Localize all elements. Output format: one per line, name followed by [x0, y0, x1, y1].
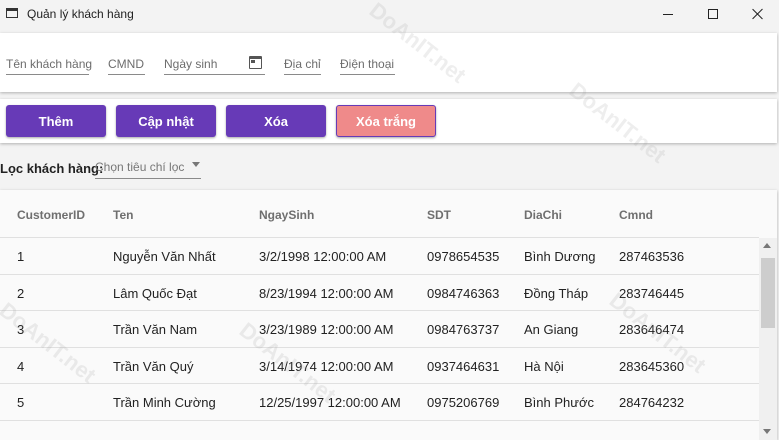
- cell-diachi: Bình Dương: [524, 249, 596, 264]
- column-header-sdt[interactable]: SDT: [427, 208, 451, 222]
- customer-input-panel: Tên khách hàng CMND Ngày sinh Địa chỉ Đi…: [0, 33, 777, 92]
- cell-cmnd: 283746445: [619, 285, 685, 301]
- cell-ngaysinh: 3/14/1974 12:00:00 AM: [259, 358, 394, 374]
- title-bar: Quản lý khách hàng: [0, 0, 779, 28]
- cell-cmnd: 284764232: [619, 395, 685, 410]
- table-row[interactable]: 4 Trần Văn Quý 3/14/1974 12:00:00 AM 093…: [0, 347, 759, 384]
- cell-customerid: 1: [17, 249, 25, 264]
- clear-button[interactable]: Xóa trắng: [336, 105, 436, 137]
- cell-ten: Trần Văn Nam: [113, 322, 198, 337]
- minimize-icon: [663, 13, 673, 15]
- close-button[interactable]: [735, 0, 779, 28]
- cell-diachi: An Giang: [524, 322, 579, 337]
- cmnd-field[interactable]: CMND: [108, 57, 145, 75]
- column-header-cmnd[interactable]: Cmnd: [619, 208, 653, 222]
- cell-customerid: 2: [17, 285, 25, 301]
- cell-customerid: 5: [17, 395, 25, 410]
- phone-field[interactable]: Điện thoại: [340, 57, 395, 75]
- action-button-panel: Thêm Cập nhật Xóa Xóa trắng: [0, 99, 777, 143]
- add-button[interactable]: Thêm: [6, 105, 106, 137]
- vertical-scrollbar[interactable]: [759, 238, 777, 440]
- chevron-down-icon: [192, 162, 200, 167]
- cell-cmnd: 287463536: [619, 249, 685, 264]
- minimize-button[interactable]: [645, 0, 691, 28]
- cell-ten: Lâm Quốc Đạt: [113, 285, 197, 301]
- column-header-ngaysinh[interactable]: NgaySinh: [259, 208, 314, 222]
- customer-data-grid: CustomerID Ten NgaySinh SDT DiaChi Cmnd …: [0, 190, 777, 440]
- close-icon: [752, 8, 764, 20]
- cell-ten: Nguyễn Văn Nhất: [113, 249, 216, 264]
- scroll-down-icon[interactable]: [763, 429, 771, 434]
- cell-cmnd: 283645360: [619, 358, 685, 374]
- window-title: Quản lý khách hàng: [27, 7, 134, 21]
- customer-name-field[interactable]: Tên khách hàng: [6, 57, 92, 75]
- cell-sdt: 0975206769: [427, 395, 500, 410]
- filter-placeholder: Chọn tiêu chí lọc: [95, 160, 185, 174]
- address-field[interactable]: Địa chỉ: [284, 57, 321, 75]
- cell-ngaysinh: 8/23/1994 12:00:00 AM: [259, 285, 394, 301]
- cell-ten: Trần Văn Quý: [113, 358, 194, 374]
- table-row[interactable]: 3 Trần Văn Nam 3/23/1989 12:00:00 AM 098…: [0, 311, 759, 348]
- cell-customerid: 3: [17, 322, 25, 337]
- table-row[interactable]: 5 Trần Minh Cường 12/25/1997 12:00:00 AM…: [0, 384, 759, 421]
- scrollbar-thumb[interactable]: [761, 258, 775, 328]
- table-header: CustomerID Ten NgaySinh SDT DiaChi Cmnd: [0, 190, 759, 238]
- app-window: Quản lý khách hàng Tên khách hàng CMND N…: [0, 0, 779, 440]
- column-header-diachi[interactable]: DiaChi: [524, 208, 562, 222]
- cell-sdt: 0978654535: [427, 249, 500, 264]
- filter-label: Lọc khách hàng:: [0, 161, 104, 176]
- update-button[interactable]: Cập nhật: [116, 105, 216, 137]
- scroll-up-icon[interactable]: [763, 243, 771, 248]
- cell-ngaysinh: 12/25/1997 12:00:00 AM: [259, 395, 401, 410]
- table-row[interactable]: 2 Lâm Quốc Đạt 8/23/1994 12:00:00 AM 098…: [0, 274, 759, 311]
- maximize-button[interactable]: [690, 0, 736, 28]
- column-header-ten[interactable]: Ten: [113, 208, 133, 222]
- cell-cmnd: 283646474: [619, 322, 685, 337]
- app-window-icon: [6, 8, 18, 18]
- cell-diachi: Đồng Tháp: [524, 285, 589, 301]
- filter-criteria-select[interactable]: Chọn tiêu chí lọc: [95, 159, 201, 179]
- table-row[interactable]: 1 Nguyễn Văn Nhất 3/2/1998 12:00:00 AM 0…: [0, 238, 759, 275]
- column-header-customerid[interactable]: CustomerID: [17, 208, 85, 222]
- cell-sdt: 0937464631: [427, 358, 500, 374]
- cell-diachi: Hà Nội: [524, 358, 564, 374]
- cell-ten: Trần Minh Cường: [113, 395, 216, 410]
- cell-ngaysinh: 3/23/1989 12:00:00 AM: [259, 322, 394, 337]
- delete-button[interactable]: Xóa: [226, 105, 326, 137]
- cell-customerid: 4: [17, 358, 25, 374]
- cell-ngaysinh: 3/2/1998 12:00:00 AM: [259, 249, 387, 264]
- table-body: 1 Nguyễn Văn Nhất 3/2/1998 12:00:00 AM 0…: [0, 238, 759, 440]
- maximize-icon: [708, 9, 718, 19]
- cell-sdt: 0984763737: [427, 322, 500, 337]
- cell-diachi: Bình Phước: [524, 395, 594, 410]
- calendar-icon[interactable]: [249, 56, 262, 69]
- cell-sdt: 0984746363: [427, 285, 500, 301]
